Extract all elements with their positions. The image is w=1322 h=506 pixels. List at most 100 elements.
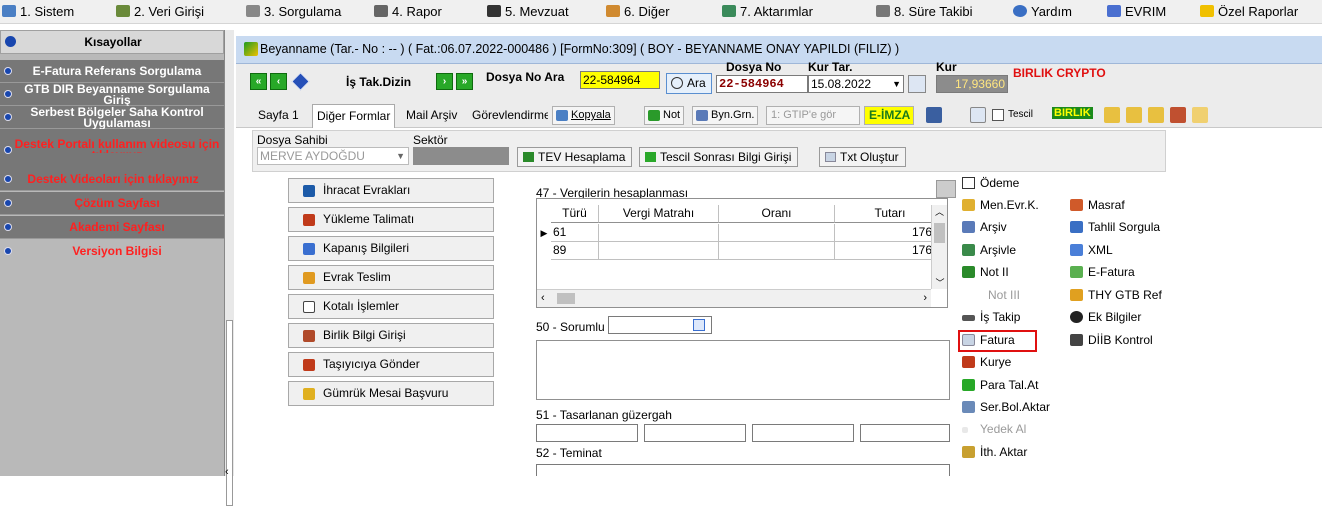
guzergah-input-2[interactable] bbox=[644, 424, 746, 442]
grid-horizontal-scrollbar[interactable]: ‹ › bbox=[537, 289, 931, 307]
folder-open-icon[interactable] bbox=[1192, 107, 1208, 123]
ser-bol-aktar-button[interactable]: Ser.Bol.Aktar bbox=[962, 398, 1050, 416]
menu-evrim[interactable]: EVRIM bbox=[1107, 0, 1166, 24]
men-evr-k-button[interactable]: Men.Evr.K. bbox=[962, 196, 1039, 214]
dosya-sahibi-select[interactable]: MERVE AYDOĞDU ▼ bbox=[257, 147, 409, 165]
next-record-button[interactable]: › bbox=[436, 73, 453, 90]
table-cell[interactable] bbox=[719, 224, 835, 242]
first-record-button[interactable]: « bbox=[250, 73, 267, 90]
txt-olustur-button[interactable]: Txt Oluştur bbox=[819, 147, 906, 167]
grid-calculator-icon[interactable] bbox=[936, 180, 956, 198]
tahlil-sorgula-button[interactable]: Tahlil Sorgula bbox=[1070, 218, 1160, 236]
tescil-checkbox[interactable] bbox=[992, 109, 1004, 121]
scroll-left-icon[interactable]: ‹ bbox=[541, 292, 545, 304]
sidebar-item-versiyon[interactable]: Versiyon Bilgisi bbox=[0, 240, 224, 263]
menu-sistem[interactable]: 1. Sistem bbox=[2, 0, 74, 24]
grid-vertical-scrollbar[interactable]: ︿ ﹀ bbox=[931, 205, 947, 289]
menu-sure-takibi[interactable]: 8. Süre Takibi bbox=[876, 0, 973, 24]
xml-button[interactable]: XML bbox=[1070, 241, 1113, 259]
gumruk-mesai-button[interactable]: Gümrük Mesai Başvuru bbox=[288, 381, 494, 406]
scrollbar-thumb[interactable] bbox=[226, 320, 233, 506]
table-cell[interactable]: 89 bbox=[551, 242, 599, 260]
menu-mevzuat[interactable]: 5. Mevzuat bbox=[487, 0, 569, 24]
table-cell[interactable]: 61 bbox=[551, 224, 599, 242]
thy-gtb-ref-button[interactable]: THY GTB Ref bbox=[1070, 286, 1162, 304]
dropdown-arrow-icon[interactable]: ▼ bbox=[892, 76, 901, 92]
scroll-up-icon[interactable]: ︿ bbox=[932, 205, 947, 218]
guzergah-input-4[interactable] bbox=[860, 424, 950, 442]
table-cell[interactable] bbox=[599, 224, 719, 242]
yukleme-talimati-button[interactable]: Yükleme Talimatı bbox=[288, 207, 494, 232]
menu-sorgulama[interactable]: 3. Sorgulama bbox=[246, 0, 341, 24]
tab-sayfa-1[interactable]: Sayfa 1 bbox=[254, 106, 303, 126]
birlik-badge[interactable]: BIRLIK bbox=[1052, 107, 1093, 119]
kurye-button[interactable]: Kurye bbox=[962, 353, 1011, 371]
column-header-vergi-matrahi[interactable]: Vergi Matrahı bbox=[599, 205, 719, 223]
kur-tar-date[interactable]: 15.08.2022 ▼ bbox=[808, 75, 904, 93]
menu-aktarimlar[interactable]: 7. Aktarımlar bbox=[722, 0, 813, 24]
evrak-teslim-button[interactable]: Evrak Teslim bbox=[288, 265, 494, 290]
calendar-icon[interactable] bbox=[908, 75, 926, 93]
teminat-input[interactable] bbox=[536, 464, 950, 476]
not-button[interactable]: Not bbox=[644, 106, 685, 125]
scroll-right-icon[interactable]: › bbox=[923, 292, 927, 304]
menu-rapor[interactable]: 4. Rapor bbox=[374, 0, 442, 24]
odeme-checkbox[interactable]: Ödeme bbox=[962, 174, 1019, 192]
arsiv-button[interactable]: Arşiv bbox=[962, 218, 1007, 236]
tab-diger-formlar[interactable]: Diğer Formlar bbox=[312, 104, 396, 128]
guzergah-input-1[interactable] bbox=[536, 424, 638, 442]
menu-ozel-raporlar[interactable]: Özel Raporlar bbox=[1200, 0, 1298, 24]
ara-button[interactable]: Ara bbox=[666, 73, 712, 94]
folder-up-icon[interactable] bbox=[1126, 107, 1142, 123]
tab-gorevlendirme[interactable]: Görevlendirme bbox=[468, 106, 548, 126]
info-diamond-icon[interactable] bbox=[291, 72, 310, 91]
folder-icon[interactable] bbox=[1104, 107, 1120, 123]
para-tal-at-button[interactable]: Para Tal.At bbox=[962, 376, 1038, 394]
chevron-down-icon[interactable]: ▼ bbox=[396, 148, 405, 164]
kopyala-button[interactable]: Kopyala bbox=[552, 106, 615, 125]
search-document-icon[interactable] bbox=[970, 107, 986, 123]
scroll-left-arrow-icon[interactable]: ‹ bbox=[225, 466, 229, 478]
arsivle-button[interactable]: Arşivle bbox=[962, 241, 1016, 259]
table-cell[interactable]: 176,7 bbox=[835, 242, 945, 260]
ek-bilgiler-button[interactable]: Ek Bilgiler bbox=[1070, 308, 1141, 326]
menu-yardim[interactable]: Yardım bbox=[1013, 0, 1072, 24]
dosya-no-ara-input[interactable]: 22-584964 bbox=[580, 71, 660, 89]
sidebar-scrollbar[interactable]: ‹ bbox=[224, 30, 234, 506]
kapanis-bilgileri-button[interactable]: Kapanış Bilgileri bbox=[288, 236, 494, 261]
tasiyiciya-gonder-button[interactable]: Taşıyıcıya Gönder bbox=[288, 352, 494, 377]
gtip-select[interactable]: 1: GTIP'e gör bbox=[766, 106, 860, 125]
e-imza-button[interactable]: E-İMZA bbox=[864, 106, 915, 125]
table-cell[interactable] bbox=[719, 242, 835, 260]
byn-grn-button[interactable]: Byn.Grn. bbox=[692, 106, 759, 125]
shield-icon[interactable] bbox=[926, 107, 942, 123]
menu-veri-girisi[interactable]: 2. Veri Girişi bbox=[116, 0, 204, 24]
not-iii-button[interactable]: Not III bbox=[970, 286, 1020, 304]
column-header-orani[interactable]: Oranı bbox=[719, 205, 835, 223]
lookup-icon[interactable] bbox=[693, 319, 705, 331]
is-takip-label[interactable]: İş Tak.Dizin bbox=[346, 75, 411, 89]
sidebar-item-serbest-bolgeler[interactable]: Serbest Bölgeler Saha Kontrol Uygulaması bbox=[0, 106, 224, 129]
scroll-thumb[interactable] bbox=[557, 293, 575, 304]
table-cell[interactable] bbox=[599, 242, 719, 260]
birlik-bilgi-girisi-button[interactable]: Birlik Bilgi Girişi bbox=[288, 323, 494, 348]
folder-export-icon[interactable] bbox=[1148, 107, 1164, 123]
e-fatura-button[interactable]: E-Fatura bbox=[1070, 263, 1135, 281]
kotali-islemler-button[interactable]: Kotalı İşlemler bbox=[288, 294, 494, 319]
ihracat-evraklari-button[interactable]: İhracat Evrakları bbox=[288, 178, 494, 203]
sidebar-item-cozum[interactable]: Çözüm Sayfası bbox=[0, 192, 224, 215]
sorumlu-textarea[interactable] bbox=[536, 340, 950, 400]
scroll-thumb[interactable] bbox=[934, 223, 945, 243]
sorumlu-input[interactable] bbox=[608, 316, 712, 334]
masraf-button[interactable]: Masraf bbox=[1070, 196, 1125, 214]
settings-folder-icon[interactable] bbox=[1170, 107, 1186, 123]
yedek-al-button[interactable]: Yedek Al bbox=[962, 420, 1026, 438]
tab-mail-arsiv[interactable]: Mail Arşiv bbox=[402, 106, 461, 126]
prev-record-button[interactable]: ‹ bbox=[270, 73, 287, 90]
scroll-down-icon[interactable]: ﹀ bbox=[932, 276, 948, 289]
not-ii-button[interactable]: Not II bbox=[962, 263, 1009, 281]
diib-kontrol-button[interactable]: DİİB Kontrol bbox=[1070, 331, 1153, 349]
sidebar-item-destek-videolari[interactable]: Destek Videoları için tıklayınız bbox=[0, 168, 224, 191]
sidebar-item-akademi[interactable]: Akademi Sayfası bbox=[0, 216, 224, 239]
column-header-turu[interactable]: Türü bbox=[551, 205, 599, 223]
